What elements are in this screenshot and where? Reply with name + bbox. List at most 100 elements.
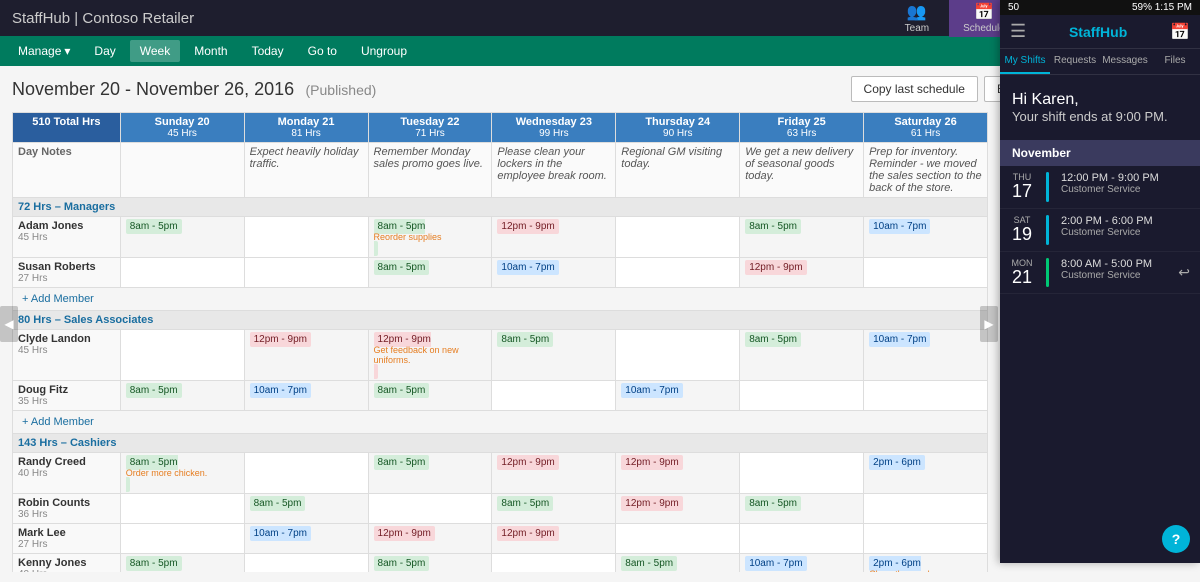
shift-cell[interactable]: 8am - 5pm (740, 494, 864, 524)
mobile-app-bar: ☰ StaffHub 📅 (1000, 15, 1200, 49)
day-notes-label: Day Notes (18, 146, 72, 158)
shift-cell[interactable]: 8am - 5pm (492, 494, 616, 524)
empty-cell[interactable] (244, 217, 368, 258)
goto-button[interactable]: Go to (298, 40, 347, 62)
today-button[interactable]: Today (242, 40, 294, 62)
week-button[interactable]: Week (130, 40, 180, 62)
day-notes-monday: Expect heavily holiday traffic. (244, 143, 368, 198)
table-row: Mark Lee 27 Hrs 10am - 7pm12pm - 9pm12pm… (13, 524, 988, 554)
empty-cell[interactable] (740, 381, 864, 411)
thursday-label: Thursday 24 (621, 116, 734, 128)
table-row: Clyde Landon 45 Hrs 12pm - 9pm12pm - 9pm… (13, 330, 988, 381)
mobile-tab-files[interactable]: Files (1150, 49, 1200, 74)
mobile-tab-messages[interactable]: Messages (1100, 49, 1150, 74)
manage-label: Manage (18, 44, 61, 58)
shift-cell[interactable]: 12pm - 9pm (492, 217, 616, 258)
empty-cell[interactable] (864, 258, 988, 288)
mobile-tab-myshifts[interactable]: My Shifts (1000, 49, 1050, 74)
manage-button[interactable]: Manage ▾ (8, 40, 80, 62)
mobile-event-date-sat19: Sat 19 (1010, 215, 1034, 245)
shift-cell[interactable]: 12pm - 9pm (244, 330, 368, 381)
shift-cell[interactable]: 2pm - 6pm (864, 453, 988, 494)
wednesday-header: Wednesday 23 99 Hrs (492, 113, 616, 143)
empty-cell[interactable] (616, 330, 740, 381)
shift-cell[interactable]: 8am - 5pm (368, 258, 492, 288)
mobile-event-bar-sat19 (1046, 215, 1049, 245)
monday-header: Monday 21 81 Hrs (244, 113, 368, 143)
shift-cell[interactable]: 10am - 7pm (864, 217, 988, 258)
mobile-event-bar-mon21 (1046, 258, 1049, 288)
empty-cell[interactable] (492, 381, 616, 411)
empty-cell[interactable] (864, 494, 988, 524)
table-row: Susan Roberts 27 Hrs 8am - 5pm10am - 7pm… (13, 258, 988, 288)
shift-cell[interactable]: 8am - 5pmOrder more chicken. (120, 453, 244, 494)
shift-cell[interactable]: 10am - 7pm (492, 258, 616, 288)
month-button[interactable]: Month (184, 40, 237, 62)
mobile-help-button[interactable]: ? (1162, 525, 1190, 553)
empty-cell[interactable] (616, 217, 740, 258)
schedule-wrapper[interactable]: 510 Total Hrs Sunday 20 45 Hrs Monday 21… (12, 112, 988, 572)
day-button[interactable]: Day (84, 40, 125, 62)
empty-cell[interactable] (244, 258, 368, 288)
shift-cell[interactable]: 12pm - 9pm (616, 453, 740, 494)
shift-cell[interactable]: 8am - 5pm (368, 381, 492, 411)
monday-label: Monday 21 (250, 116, 363, 128)
shift-cell[interactable]: 10am - 7pm (244, 524, 368, 554)
staffhub-label: StaffHub (12, 10, 70, 27)
shift-cell[interactable]: 10am - 7pm (244, 381, 368, 411)
shift-cell[interactable]: 12pm - 9pm (740, 258, 864, 288)
empty-cell[interactable] (740, 453, 864, 494)
ungroup-button[interactable]: Ungroup (351, 40, 417, 62)
day-notes-wednesday: Please clean your lockers in the employe… (492, 143, 616, 198)
shift-cell[interactable]: 8am - 5pm (368, 453, 492, 494)
schedule-label: Schedule (963, 23, 1005, 34)
shift-cell[interactable]: 8am - 5pm (740, 330, 864, 381)
shift-cell[interactable]: 8am - 5pmReorder supplies (368, 217, 492, 258)
day-notes-saturday: Prep for inventory. Reminder - we moved … (864, 143, 988, 198)
empty-cell[interactable] (120, 524, 244, 554)
shift-cell[interactable]: 12pm - 9pm (368, 524, 492, 554)
mobile-calendar-icon[interactable]: 📅 (1170, 22, 1190, 42)
friday-hrs: 63 Hrs (745, 128, 858, 139)
empty-cell[interactable] (616, 258, 740, 288)
date-range-title: November 20 - November 26, 2016 (Publish… (12, 79, 376, 100)
shift-cell[interactable]: 8am - 5pm (120, 381, 244, 411)
group-title-cell: 143 Hrs – Cashiers (13, 434, 988, 453)
mobile-menu-icon[interactable]: ☰ (1010, 21, 1026, 42)
shift-cell[interactable]: 8am - 5pm (492, 330, 616, 381)
month-label: Month (194, 44, 227, 58)
empty-cell[interactable] (120, 258, 244, 288)
saturday-hrs: 61 Hrs (869, 128, 982, 139)
empty-cell[interactable] (368, 494, 492, 524)
shift-cell[interactable]: 8am - 5pm (740, 217, 864, 258)
mobile-tab-requests[interactable]: Requests (1050, 49, 1100, 74)
empty-cell[interactable] (244, 453, 368, 494)
group-header-sales: 80 Hrs – Sales Associates (13, 311, 988, 330)
group-header-managers: 72 Hrs – Managers (13, 198, 988, 217)
empty-cell[interactable] (740, 524, 864, 554)
shift-cell[interactable]: 12pm - 9pmGet feedback on new uniforms. (368, 330, 492, 381)
mobile-tabs: My Shifts Requests Messages Files (1000, 49, 1200, 75)
empty-cell[interactable] (864, 381, 988, 411)
shift-cell[interactable]: 12pm - 9pm (492, 453, 616, 494)
day-notes-tuesday: Remember Monday sales promo goes live. (368, 143, 492, 198)
mobile-events: Thu 17 12:00 PM - 9:00 PM Customer Servi… (1000, 166, 1200, 294)
add-member-button[interactable]: + Add Member (18, 414, 98, 430)
shift-cell[interactable]: 10am - 7pm (616, 381, 740, 411)
shift-cell[interactable]: 10am - 7pm (864, 330, 988, 381)
total-hrs-value: 510 Total Hrs (32, 116, 100, 128)
add-member-button[interactable]: + Add Member (18, 291, 98, 307)
empty-cell[interactable] (120, 494, 244, 524)
reply-icon[interactable]: ↩ (1178, 264, 1190, 281)
schedule-nav-left[interactable]: ◀ (0, 306, 18, 342)
shift-cell[interactable]: 8am - 5pm (120, 217, 244, 258)
shift-cell[interactable]: 8am - 5pm (244, 494, 368, 524)
empty-cell[interactable] (864, 524, 988, 554)
shift-cell[interactable]: 12pm - 9pm (492, 524, 616, 554)
empty-cell[interactable] (616, 524, 740, 554)
copy-last-schedule-button[interactable]: Copy last schedule (851, 76, 978, 102)
schedule-nav-right[interactable]: ▶ (980, 306, 998, 342)
empty-cell[interactable] (120, 330, 244, 381)
shift-cell[interactable]: 12pm - 9pm (616, 494, 740, 524)
team-icon-button[interactable]: 👥 Team (905, 2, 929, 34)
